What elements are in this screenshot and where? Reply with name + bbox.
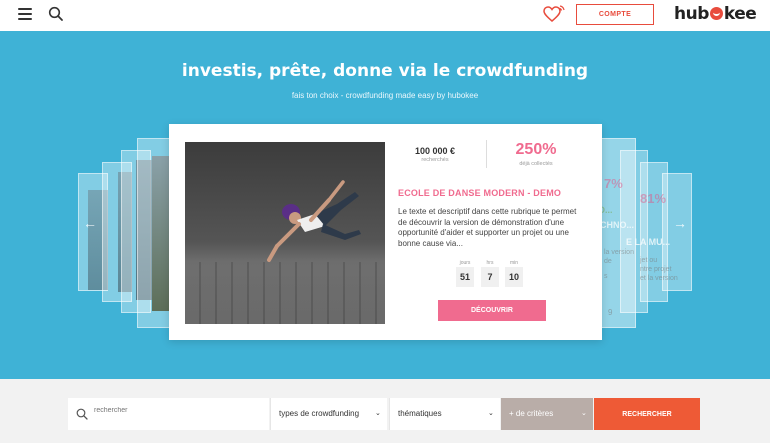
timer-hours-value: 7 <box>481 267 499 287</box>
search-icon[interactable] <box>48 6 64 22</box>
chevron-down-icon: ⌄ <box>488 410 494 417</box>
funded-percent: 250% <box>515 141 557 158</box>
timer-days-value: 51 <box>456 267 474 287</box>
goal-amount-label: recherchés <box>421 157 449 163</box>
dancer-figure <box>267 180 361 262</box>
timer-hours-label: hrs <box>486 260 494 266</box>
logo-smile-icon <box>709 7 723 20</box>
ghost-card-title: CHNO... <box>600 220 635 230</box>
account-button[interactable]: COMPTE <box>576 4 654 25</box>
themes-dropdown-label: thématiques <box>398 409 442 418</box>
stat-divider <box>486 140 487 168</box>
types-dropdown-label: types de crowdfunding <box>279 409 360 418</box>
timer-minutes-label: min <box>509 260 519 266</box>
ghost-card-text: s <box>604 273 608 280</box>
ghost-card-percent: 7% <box>604 176 623 191</box>
timer-days-label: jours <box>459 260 471 266</box>
discover-button[interactable]: DÉCOUVRIR <box>438 300 546 321</box>
chevron-down-icon: ⌄ <box>581 410 587 417</box>
search-submit-button[interactable]: RECHERCHER <box>594 398 700 430</box>
hero-subtitle: fais ton choix - crowdfunding made easy … <box>291 91 479 100</box>
project-image[interactable] <box>185 142 385 324</box>
search-icon <box>76 407 88 425</box>
top-header: COMPTE hub kee <box>0 0 770 31</box>
more-criteria-label: + de critères <box>509 409 554 418</box>
carousel-prev-arrow-icon[interactable]: ← <box>83 215 97 231</box>
ghost-card-percent: 81% <box>640 191 667 206</box>
ghost-card-number: 9 <box>608 308 613 317</box>
project-title[interactable]: ECOLE DE DANSE MODERN - DEMO <box>398 188 561 198</box>
search-input[interactable] <box>94 407 259 414</box>
goal-amount: 100 000 € <box>414 146 456 156</box>
ghost-card-title: E LA MU... <box>626 237 671 247</box>
search-box[interactable] <box>68 398 269 430</box>
heart-notification-icon[interactable] <box>543 5 565 25</box>
chevron-down-icon: ⌄ <box>375 410 381 417</box>
carousel-card-right-1[interactable] <box>598 138 636 328</box>
types-dropdown[interactable]: types de crowdfunding ⌄ <box>270 398 387 430</box>
timer-minutes-value: 10 <box>505 267 523 287</box>
themes-dropdown[interactable]: thématiques ⌄ <box>389 398 500 430</box>
carousel-card-image <box>152 156 170 311</box>
carousel-next-arrow-icon[interactable]: → <box>673 215 687 231</box>
hero-title: investis, prête, donne via le crowdfundi… <box>181 61 589 81</box>
menu-icon[interactable] <box>18 8 32 20</box>
ghost-card-text: la version de <box>604 249 634 265</box>
hubokee-logo[interactable]: hub kee <box>674 4 757 24</box>
funded-percent-label: déjà collectés <box>519 161 553 167</box>
project-description: Le texte et descriptif dans cette rubriq… <box>398 207 577 248</box>
ghost-card-text: jet ou ntre projet et la version <box>640 257 678 282</box>
more-criteria-dropdown[interactable]: + de critères ⌄ <box>501 398 593 430</box>
